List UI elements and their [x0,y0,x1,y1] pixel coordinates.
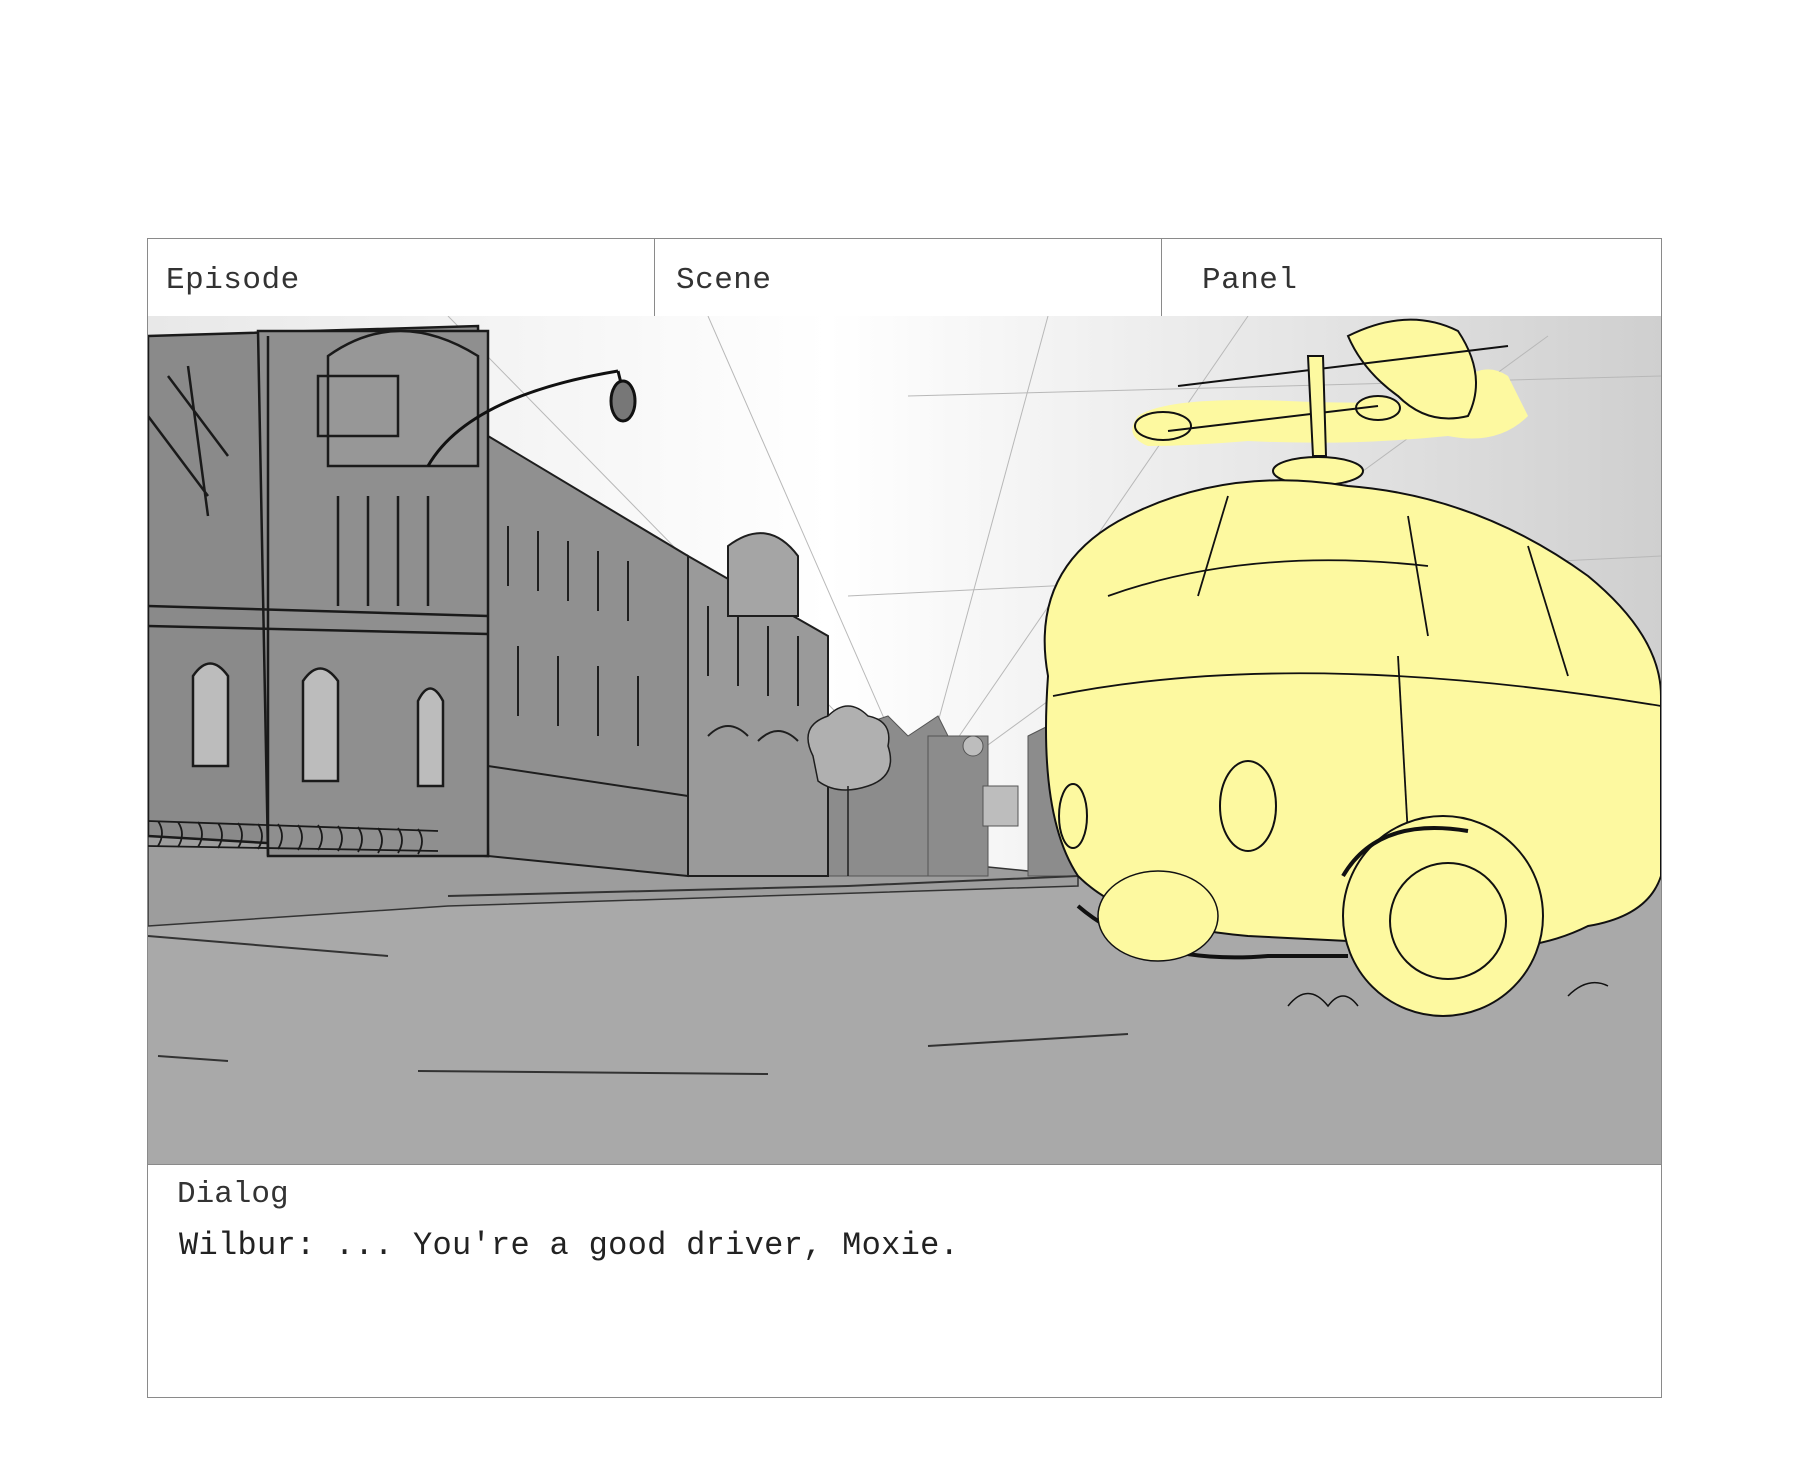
dialog-title: Dialog [177,1177,289,1212]
episode-label: Episode [166,263,300,298]
street-sketch-illustration [148,316,1661,1163]
storyboard-panel-sheet: Episode Scene Panel Dialog Wilbur: ... Y… [147,238,1662,1398]
panel-label: Panel [1202,263,1298,298]
scene-cell: Scene [655,239,1162,316]
dialog-line: Wilbur: ... You're a good driver, Moxie. [179,1227,960,1264]
corner-building [148,324,490,858]
scene-label: Scene [676,263,772,298]
header-row: Episode Scene Panel [148,239,1661,317]
dialog-box: Dialog Wilbur: ... You're a good driver,… [148,1165,1661,1397]
storyboard-artwork [148,316,1661,1165]
panel-cell: Panel [1162,239,1661,316]
episode-cell: Episode [148,239,655,316]
